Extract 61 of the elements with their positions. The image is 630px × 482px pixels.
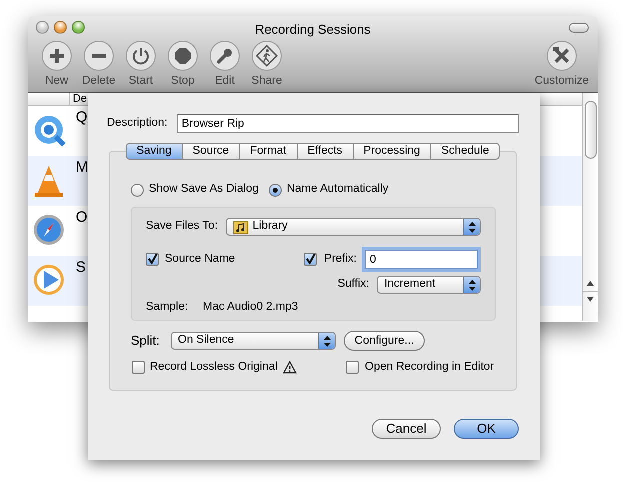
close-button[interactable] xyxy=(36,21,49,34)
tab[interactable]: Schedule xyxy=(430,143,500,160)
description-field[interactable]: Browser Rip xyxy=(176,114,519,133)
toolbar-button[interactable]: Share xyxy=(246,41,288,88)
scroll-thumb[interactable] xyxy=(585,101,597,159)
checkbox[interactable] xyxy=(146,253,159,266)
row-name: S xyxy=(75,258,86,278)
row-name: O xyxy=(75,208,88,228)
checkbox-label: Record Lossless Original xyxy=(150,360,278,375)
split-popup[interactable]: On Silence xyxy=(171,332,336,350)
toolbar-toggle-button[interactable] xyxy=(569,23,589,33)
radio-button[interactable]: Name Automatically xyxy=(268,181,389,199)
toolbar-button[interactable]: Customize xyxy=(530,41,594,88)
tools-icon xyxy=(547,41,577,71)
suffix-popup[interactable]: Increment xyxy=(377,276,481,294)
plus-icon xyxy=(42,41,72,71)
minimize-button[interactable] xyxy=(54,21,67,34)
toolbar-button[interactable]: Delete xyxy=(78,41,120,88)
column-header[interactable]: De xyxy=(70,93,88,105)
radio-button[interactable]: Show Save As Dialog xyxy=(131,181,259,199)
updown-arrows-icon xyxy=(468,280,476,290)
walking-person-icon xyxy=(252,41,282,71)
row-name: Q xyxy=(75,108,88,128)
field-label: Description: xyxy=(107,116,169,131)
field-label: Prefix: xyxy=(323,252,358,267)
tab[interactable]: Format xyxy=(239,143,297,160)
toolbar-button[interactable]: New xyxy=(36,41,78,88)
stop-icon xyxy=(168,41,198,71)
tab[interactable]: Source xyxy=(182,143,240,160)
tab[interactable]: Effects xyxy=(296,143,353,160)
updown-arrows-icon xyxy=(468,222,476,232)
checkbox[interactable] xyxy=(346,361,359,374)
folder-popup[interactable]: Library xyxy=(226,218,481,236)
toolbar-button[interactable]: Stop xyxy=(162,41,204,88)
cancel-button[interactable]: Cancel xyxy=(372,419,441,440)
checkbox-label: Source Name xyxy=(165,252,236,267)
toolbar-button[interactable]: Edit xyxy=(204,41,246,88)
updown-arrows-icon xyxy=(324,336,330,346)
warning-icon xyxy=(282,361,297,374)
tab[interactable]: Saving xyxy=(126,143,182,160)
music-folder-icon xyxy=(232,219,249,235)
field-label: Save Files To: xyxy=(146,219,220,234)
checkbox-label: Open Recording in Editor xyxy=(365,360,494,375)
configure-button[interactable]: Configure... xyxy=(344,331,425,351)
field-label: Suffix: xyxy=(336,277,370,292)
row-name: M xyxy=(75,158,88,178)
minus-icon xyxy=(84,41,114,71)
ok-button[interactable]: OK xyxy=(454,419,519,440)
toolbar-button[interactable]: Start xyxy=(120,41,162,88)
checkbox[interactable] xyxy=(304,253,317,266)
zoom-button[interactable] xyxy=(72,21,85,34)
sample-filename: Mac Audio0 2.mp3 xyxy=(203,300,298,315)
prefix-field[interactable]: 0 xyxy=(365,250,478,269)
checkbox[interactable] xyxy=(132,361,145,374)
window-title: Recording Sessions xyxy=(255,21,371,37)
scrollbar[interactable] xyxy=(582,93,598,321)
wrench-icon xyxy=(210,41,240,71)
field-label: Split: xyxy=(131,332,161,350)
field-label: Sample: xyxy=(146,300,190,315)
power-icon xyxy=(126,41,156,71)
tab[interactable]: Processing xyxy=(352,143,430,160)
